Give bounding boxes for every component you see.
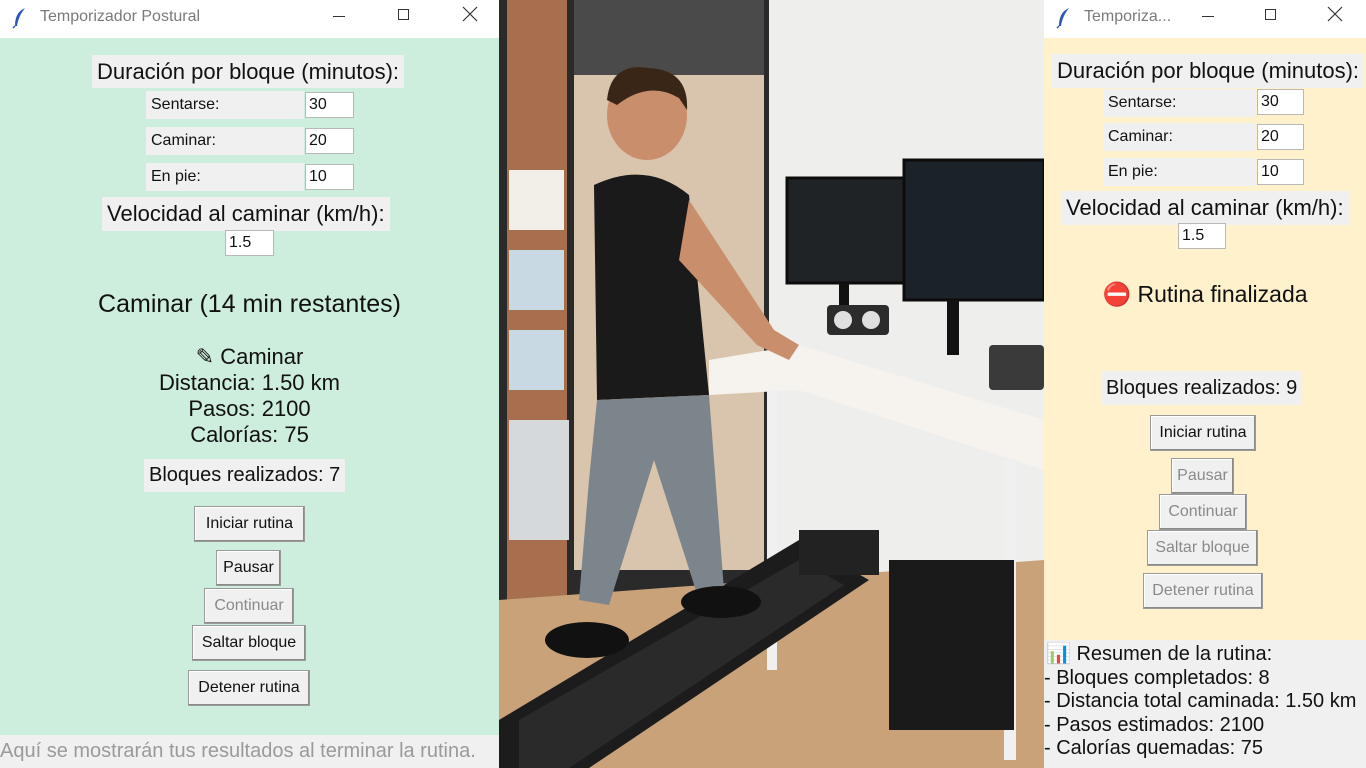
stand-minutes-input[interactable] — [1257, 159, 1304, 185]
status-text: Caminar (14 min restantes) — [98, 290, 401, 318]
stand-minutes-input[interactable] — [305, 164, 354, 190]
skip-block-button[interactable]: Saltar bloque — [192, 625, 306, 661]
right-app-window: Temporiza... Duración por bloque (minuto… — [1044, 0, 1366, 768]
start-routine-button[interactable]: Iniciar rutina — [1150, 415, 1256, 451]
stop-routine-button[interactable]: Detener rutina — [188, 670, 310, 706]
summary-steps: - Pasos estimados: 2100 — [1044, 713, 1265, 736]
sit-minutes-input[interactable] — [1257, 89, 1304, 115]
speed-header: Velocidad al caminar (km/h): — [102, 197, 390, 231]
stop-sign-icon: ⛔ — [1102, 281, 1132, 307]
left-title-bar[interactable]: Temporizador Postural — [0, 0, 499, 36]
close-icon[interactable] — [1327, 6, 1343, 22]
start-routine-button[interactable]: Iniciar rutina — [194, 506, 305, 542]
results-footer: Aquí se mostrarán tus resultados al term… — [0, 735, 499, 768]
distance-text: Distancia: 1.50 km — [159, 370, 340, 395]
right-content: Duración por bloque (minutos): Sentarse:… — [1044, 38, 1366, 768]
speed-header: Velocidad al caminar (km/h): — [1061, 191, 1349, 225]
summary-distance: - Distancia total caminada: 1.50 km — [1044, 690, 1357, 712]
duration-header: Duración por bloque (minutos): — [1052, 54, 1365, 88]
continue-button[interactable]: Continuar — [204, 588, 294, 624]
blocks-done-text: Bloques realizados: 9 — [1101, 371, 1303, 405]
feather-app-icon — [12, 8, 25, 29]
continue-button[interactable]: Continuar — [1159, 494, 1247, 530]
window-title: Temporizador Postural — [40, 8, 201, 25]
skip-block-button[interactable]: Saltar bloque — [1147, 530, 1258, 566]
sit-label: Sentarse: — [1103, 89, 1255, 117]
speed-input[interactable] — [1178, 223, 1226, 249]
stand-label: En pie: — [146, 163, 304, 191]
walk-minutes-input[interactable] — [1257, 124, 1304, 150]
blocks-done-text: Bloques realizados: 7 — [144, 459, 346, 492]
left-content: Duración por bloque (minutos): Sentarse:… — [0, 38, 499, 768]
sit-minutes-input[interactable] — [305, 92, 354, 118]
right-title-bar[interactable]: Temporiza... — [1044, 0, 1366, 36]
pause-button[interactable]: Pausar — [216, 550, 281, 586]
maximize-icon[interactable] — [1265, 9, 1276, 20]
status-text: Rutina finalizada — [1137, 281, 1308, 307]
status-row: ⛔ Rutina finalizada — [1044, 281, 1366, 308]
summary-title: 📊 Resumen de la rutina: — [1046, 643, 1273, 665]
duration-header: Duración por bloque (minutos): — [92, 55, 405, 88]
treadmill-desk-illustration — [499, 0, 1044, 768]
summary-blocks: - Bloques completados: 8 — [1044, 666, 1270, 689]
steps-text: Pasos: 2100 — [188, 396, 311, 421]
walk-minutes-input[interactable] — [305, 128, 354, 154]
activity-text: ✎ Caminar — [195, 344, 304, 369]
summary-panel: 📊 Resumen de la rutina: - Bloques comple… — [1044, 640, 1366, 768]
minimize-icon[interactable] — [333, 16, 345, 17]
sit-label: Sentarse: — [146, 91, 304, 119]
stop-routine-button[interactable]: Detener rutina — [1143, 573, 1263, 609]
walk-label: Caminar: — [1103, 123, 1255, 151]
feather-app-icon — [1056, 8, 1069, 29]
minimize-icon[interactable] — [1202, 16, 1214, 17]
treadmill-desk-photo — [499, 0, 1044, 768]
maximize-icon[interactable] — [398, 9, 409, 20]
stand-label: En pie: — [1103, 158, 1255, 186]
close-icon[interactable] — [462, 6, 478, 22]
speed-input[interactable] — [225, 230, 274, 256]
left-app-window: Temporizador Postural Duración por bloqu… — [0, 0, 499, 768]
summary-calories: - Calorías quemadas: 75 — [1044, 737, 1264, 759]
pause-button[interactable]: Pausar — [1171, 458, 1234, 494]
walk-label: Caminar: — [146, 127, 304, 155]
window-title: Temporiza... — [1084, 8, 1172, 25]
calories-text: Calorías: 75 — [190, 422, 309, 447]
